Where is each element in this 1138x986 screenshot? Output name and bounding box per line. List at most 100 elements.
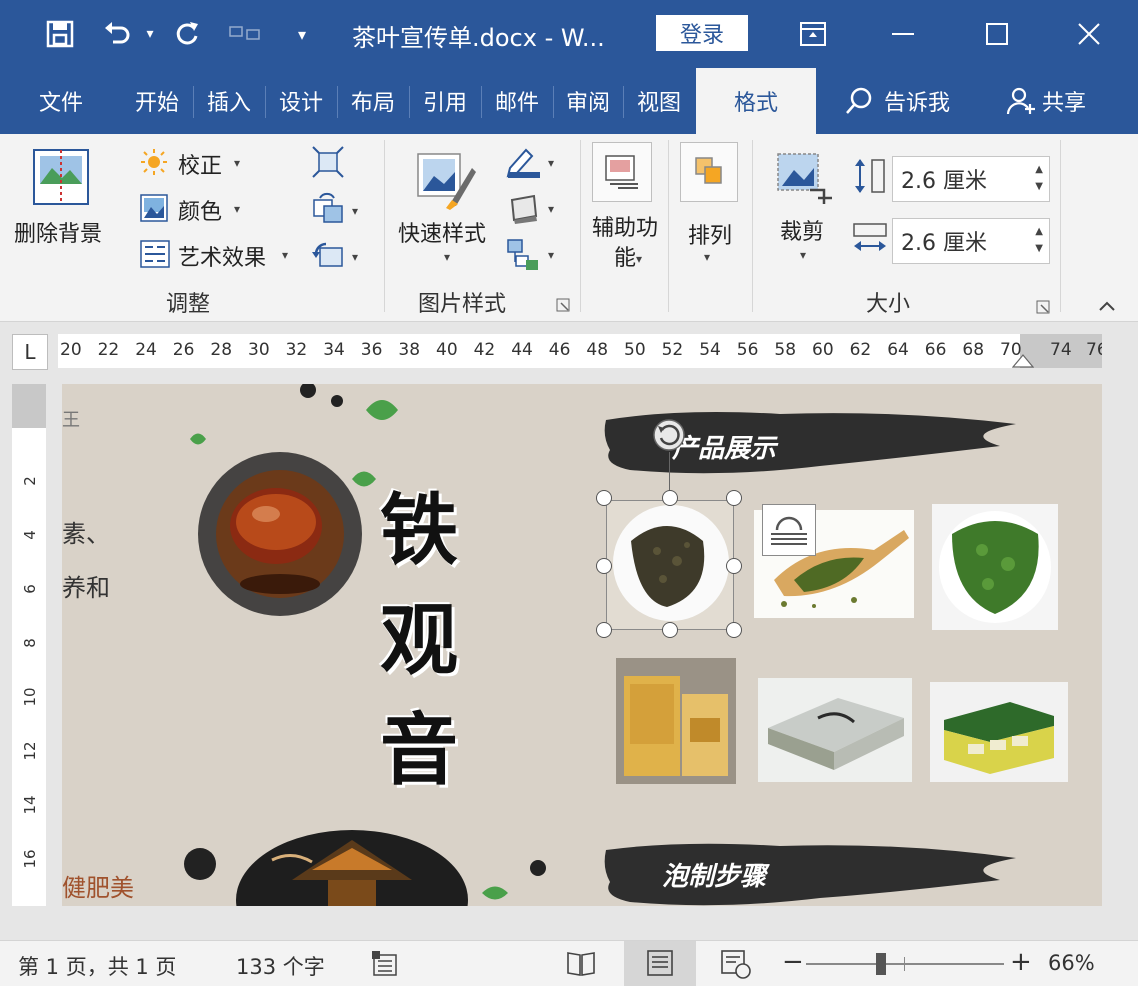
remove-background-label: 删除背景 (14, 222, 103, 247)
group-label-adjust: 调整 (166, 292, 211, 317)
crop-button[interactable]: 裁剪 ▾ (764, 148, 844, 268)
zoom-slider-thumb[interactable] (876, 953, 886, 975)
quick-styles-button[interactable]: 快速样式 ▾ (394, 146, 498, 278)
resize-handle[interactable] (596, 622, 612, 638)
chevron-down-icon: ▾ (234, 202, 241, 216)
tab-references[interactable]: 引用 (410, 68, 480, 134)
product-image[interactable] (930, 682, 1068, 782)
resize-handle[interactable] (726, 558, 742, 574)
ruler-tick-label: 38 (398, 340, 421, 360)
width-input[interactable]: 2.6 厘米 ▲ ▼ (892, 218, 1050, 264)
ruler-tick-label: 48 (586, 340, 609, 360)
resize-handle[interactable] (596, 490, 612, 506)
ink-dot (184, 848, 216, 880)
quick-styles-icon (417, 153, 476, 210)
ruler-tick-label: 56 (736, 340, 759, 360)
chevron-down-icon[interactable]: ▾ (548, 248, 554, 262)
print-layout-view-button[interactable] (624, 941, 696, 986)
minimize-button[interactable] (880, 12, 926, 56)
corrections-button[interactable]: 校正 ▾ (140, 146, 250, 180)
close-button[interactable] (1066, 12, 1112, 56)
resize-handle[interactable] (662, 490, 678, 506)
undo-dropdown-icon[interactable]: ▾ (130, 14, 170, 54)
body-text-fragment: 王 (62, 410, 80, 431)
chevron-down-icon: ▾ (282, 248, 289, 262)
dialog-launcher-icon[interactable] (556, 298, 570, 312)
vertical-ruler[interactable]: 2 4 6 8 10 12 14 16 (12, 384, 46, 906)
height-spinner[interactable]: ▲ ▼ (1035, 161, 1043, 195)
quick-access-icon[interactable] (226, 14, 266, 54)
zoom-slider[interactable] (806, 953, 1004, 975)
chevron-down-icon[interactable]: ▾ (352, 204, 358, 218)
chevron-down-icon[interactable]: ▾ (352, 250, 358, 264)
arrange-button[interactable]: 排列 ▾ (674, 142, 746, 272)
document-canvas[interactable]: 王 素、 养和 健肥美 铁 观 音 产品展示 泡制步骤 (62, 384, 1102, 906)
resize-handle[interactable] (726, 490, 742, 506)
ribbon-display-options-icon[interactable] (790, 12, 836, 56)
tab-format[interactable]: 格式 (696, 68, 816, 134)
page-count[interactable]: 第 1 页，共 1 页 (18, 951, 176, 981)
width-spinner[interactable]: ▲ ▼ (1035, 223, 1043, 257)
chevron-down-icon: ▾ (444, 250, 451, 264)
share-button[interactable]: 共享 (996, 68, 1096, 134)
chevron-down-icon[interactable]: ▾ (548, 156, 554, 170)
accessibility-button[interactable]: 辅助功能 ▾ (586, 142, 664, 282)
vertical-ruler-tick-label: 2 (21, 476, 39, 486)
maximize-button[interactable] (974, 12, 1020, 56)
product-image[interactable] (616, 658, 736, 784)
read-mode-icon[interactable] (566, 949, 596, 977)
tab-design[interactable]: 设计 (266, 68, 336, 134)
product-image[interactable] (932, 504, 1058, 630)
proofing-icon[interactable] (370, 949, 400, 977)
color-button[interactable]: 颜色 ▾ (140, 192, 250, 226)
height-input[interactable]: 2.6 厘米 ▲ ▼ (892, 156, 1050, 202)
horizontal-ruler[interactable]: 20 22 24 26 28 30 32 34 36 38 40 42 44 46 48 50 52 54 56 58… (58, 334, 1102, 368)
tab-insert[interactable]: 插入 (194, 68, 264, 134)
word-count[interactable]: 133 个字 (236, 951, 325, 981)
web-layout-icon[interactable] (720, 949, 752, 979)
leaf-decoration (482, 886, 508, 900)
ruler-tick-label: 40 (436, 340, 458, 360)
zoom-level[interactable]: 66% (1048, 951, 1095, 975)
collapse-ribbon-icon[interactable] (1098, 300, 1116, 312)
vertical-ruler-tick-label: 8 (21, 638, 39, 648)
tab-review[interactable]: 审阅 (554, 68, 622, 134)
login-button[interactable]: 登录 (656, 15, 748, 51)
zoom-out-button[interactable]: − (782, 947, 804, 977)
layout-options-button[interactable] (762, 504, 816, 556)
document-title: 茶叶宣传单.docx - W... (352, 24, 605, 52)
tab-file[interactable]: 文件 (18, 68, 104, 134)
alt-text-icon (605, 155, 638, 189)
resize-handle[interactable] (662, 622, 678, 638)
picture-color-icon (140, 194, 168, 222)
change-picture-icon[interactable] (312, 192, 344, 224)
tell-me-search[interactable]: 告诉我 (832, 68, 962, 134)
ruler-tick-label: 68 (962, 340, 985, 360)
reset-picture-icon[interactable] (312, 238, 344, 270)
right-indent-marker-icon[interactable] (1012, 352, 1034, 368)
artistic-effects-button[interactable]: 艺术效果 ▾ (140, 238, 300, 272)
resize-handle[interactable] (596, 558, 612, 574)
customize-toolbar-icon[interactable]: ▾ (282, 14, 322, 54)
product-image[interactable] (758, 678, 912, 782)
zoom-in-button[interactable]: + (1010, 947, 1032, 977)
resize-handle[interactable] (726, 622, 742, 638)
compress-pictures-icon[interactable] (312, 146, 344, 178)
picture-effects-icon[interactable] (506, 192, 540, 224)
tab-layout[interactable]: 布局 (338, 68, 408, 134)
product-image-selected[interactable] (606, 500, 734, 630)
tab-home[interactable]: 开始 (122, 68, 192, 134)
chevron-down-icon[interactable]: ▾ (548, 202, 554, 216)
rotate-handle-icon[interactable] (652, 418, 686, 452)
tab-mailings[interactable]: 邮件 (482, 68, 552, 134)
pagoda-illustration (236, 830, 468, 906)
redo-icon[interactable] (166, 14, 206, 54)
picture-border-icon[interactable] (506, 146, 540, 178)
tab-view[interactable]: 视图 (624, 68, 694, 134)
tab-selector[interactable]: L (12, 334, 48, 370)
save-icon[interactable] (40, 14, 80, 54)
remove-background-button[interactable]: 删除背景 (8, 146, 116, 266)
dialog-launcher-icon[interactable] (1036, 300, 1050, 314)
tell-me-label: 告诉我 (883, 91, 950, 116)
picture-layout-icon[interactable] (506, 238, 540, 272)
